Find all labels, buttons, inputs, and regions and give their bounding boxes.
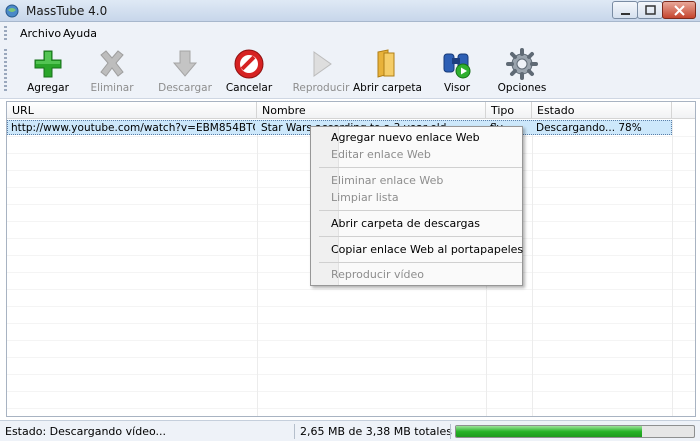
column-header: URL Nombre Tipo Estado xyxy=(7,102,695,119)
status-separator xyxy=(294,424,295,439)
plus-icon xyxy=(34,50,62,78)
visor-button[interactable]: Visor xyxy=(432,45,482,95)
ctx-editar-enlace[interactable]: Editar enlace Web xyxy=(331,148,431,161)
ctx-copiar-enlace[interactable]: Copiar enlace Web al portapapeles xyxy=(331,243,523,256)
minimize-icon xyxy=(621,13,630,15)
gear-icon xyxy=(506,48,538,80)
cell-url: http://www.youtube.com/watch?v=EBM854BTG… xyxy=(11,122,255,134)
column-url[interactable]: URL xyxy=(7,102,257,119)
folder-icon xyxy=(377,49,395,78)
eliminar-label: Eliminar xyxy=(90,82,134,94)
descargar-button[interactable]: Descargar xyxy=(154,45,216,95)
agregar-button[interactable]: Agregar xyxy=(18,45,78,95)
abrir-carpeta-button[interactable]: Abrir carpeta xyxy=(353,45,422,95)
column-nombre[interactable]: Nombre xyxy=(257,102,486,119)
visor-label: Visor xyxy=(443,82,471,94)
toolbar: Agregar Eliminar Descargar Cancelar Repr… xyxy=(0,43,700,99)
opciones-button[interactable]: Opciones xyxy=(494,45,550,95)
ctx-abrir-carpeta[interactable]: Abrir carpeta de descargas xyxy=(331,217,480,230)
ctx-separator xyxy=(319,236,522,237)
abrir-carpeta-label: Abrir carpeta xyxy=(353,82,422,94)
column-estado[interactable]: Estado xyxy=(532,102,672,119)
ctx-limpiar-lista[interactable]: Limpiar lista xyxy=(331,191,399,204)
maximize-button[interactable] xyxy=(637,1,663,19)
menu-archivo[interactable]: Archivo xyxy=(20,27,61,40)
ctx-separator xyxy=(319,262,522,263)
ctx-separator xyxy=(319,167,522,168)
reproducir-button[interactable]: Reproducir xyxy=(290,45,352,95)
ctx-agregar-enlace[interactable]: Agregar nuevo enlace Web xyxy=(331,131,480,144)
menu-ayuda[interactable]: Ayuda xyxy=(63,27,97,40)
minimize-button[interactable] xyxy=(612,1,638,19)
download-progress-bar xyxy=(455,425,695,438)
cancel-icon xyxy=(234,49,264,79)
agregar-label: Agregar xyxy=(27,82,69,94)
window-title: MassTube 4.0 xyxy=(26,4,108,18)
menu-grip xyxy=(4,26,7,40)
cancelar-button[interactable]: Cancelar xyxy=(222,45,276,95)
close-icon xyxy=(674,5,685,16)
eliminar-button[interactable]: Eliminar xyxy=(84,45,140,95)
status-text: Estado: Descargando vídeo... xyxy=(5,425,166,438)
maximize-icon xyxy=(645,5,656,15)
opciones-label: Opciones xyxy=(497,82,547,94)
play-icon xyxy=(313,51,332,77)
binoculars-play-icon xyxy=(443,53,471,79)
ctx-reproducir-video[interactable]: Reproducir vídeo xyxy=(331,268,424,281)
column-tipo[interactable]: Tipo xyxy=(486,102,532,119)
status-separator xyxy=(450,424,451,439)
column-filler xyxy=(672,102,695,119)
descargar-label: Descargar xyxy=(158,82,212,94)
cell-estado: Descargando... 78% xyxy=(536,122,642,134)
ctx-separator xyxy=(319,210,522,211)
download-arrow-icon xyxy=(172,50,198,77)
status-bar: Estado: Descargando vídeo... 2,65 MB de … xyxy=(0,420,700,441)
title-bar: MassTube 4.0 xyxy=(0,0,700,22)
close-button[interactable] xyxy=(662,1,696,19)
cancelar-label: Cancelar xyxy=(225,82,273,94)
toolbar-grip xyxy=(4,49,7,93)
progress-fill xyxy=(456,426,642,437)
ctx-eliminar-enlace[interactable]: Eliminar enlace Web xyxy=(331,174,443,187)
status-size: 2,65 MB de 3,38 MB totales xyxy=(300,425,452,438)
reproducir-label: Reproducir xyxy=(292,82,350,94)
menu-bar: Archivo Ayuda xyxy=(0,22,700,43)
delete-x-icon xyxy=(100,50,124,77)
masstube-app-icon xyxy=(5,4,19,18)
context-menu: Agregar nuevo enlace Web Editar enlace W… xyxy=(310,126,523,286)
